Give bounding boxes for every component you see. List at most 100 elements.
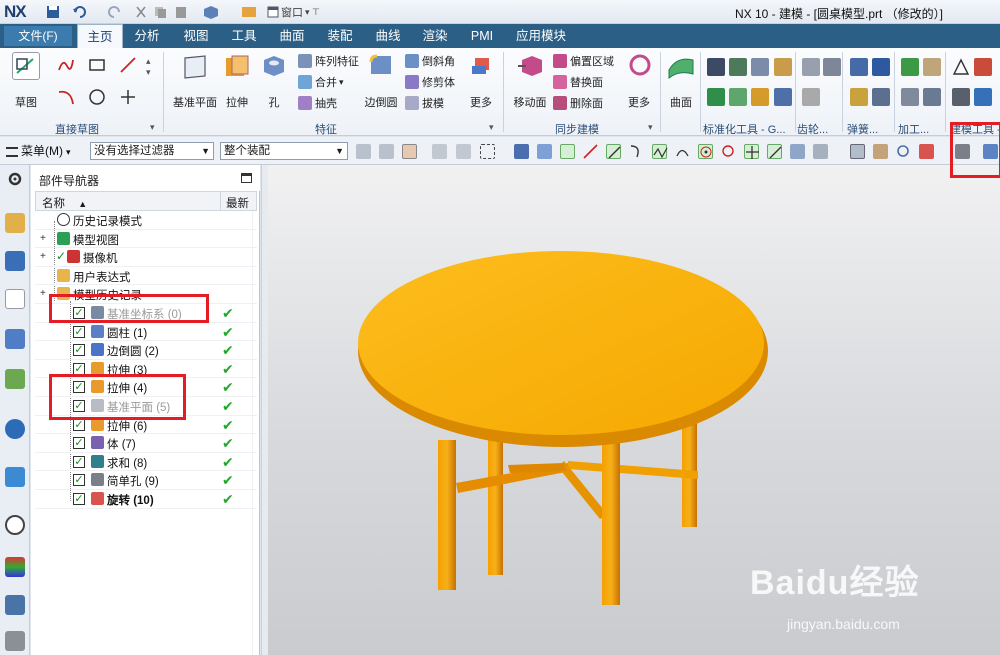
- gear-icon[interactable]: [802, 88, 820, 106]
- expand-icon[interactable]: +: [40, 233, 46, 244]
- extrude-button[interactable]: 拉伸: [221, 52, 253, 110]
- web-browser-icon[interactable]: [5, 467, 25, 487]
- tab-file[interactable]: 文件(F): [4, 26, 72, 46]
- sketch-button[interactable]: 草图: [8, 52, 44, 110]
- circle-icon[interactable]: [88, 88, 106, 106]
- box-select-icon[interactable]: [480, 144, 495, 159]
- copy-icon[interactable]: [153, 4, 167, 20]
- delete-face-button[interactable]: 删除面: [553, 95, 603, 111]
- tab-assembly[interactable]: 装配: [320, 24, 360, 48]
- tree-row[interactable]: ✓ 旋转 (10) ✔: [35, 490, 257, 509]
- visibility-checkbox[interactable]: ✓: [73, 344, 85, 357]
- feature-more-button[interactable]: 更多: [467, 52, 495, 110]
- profile-icon[interactable]: [57, 56, 75, 74]
- line-snap-icon[interactable]: [606, 144, 621, 159]
- visibility-checkbox[interactable]: ✓: [73, 474, 85, 487]
- gear-tool-icon[interactable]: [774, 88, 792, 106]
- rectangle-icon[interactable]: [88, 56, 106, 74]
- point-icon[interactable]: [119, 88, 137, 106]
- sync-more-button[interactable]: 更多: [626, 52, 652, 110]
- column-divider[interactable]: [220, 192, 221, 210]
- snap-icon[interactable]: [379, 144, 394, 159]
- tab-home[interactable]: 主页: [77, 24, 123, 48]
- part-icon[interactable]: [203, 4, 219, 20]
- tangent-snap-icon[interactable]: [675, 144, 690, 159]
- paste-icon[interactable]: [174, 4, 188, 20]
- machining-icon[interactable]: [923, 88, 941, 106]
- zoom-icon[interactable]: [873, 144, 888, 159]
- gear-icon[interactable]: [5, 169, 25, 189]
- shell-button[interactable]: 抽壳: [298, 95, 337, 111]
- visibility-checkbox[interactable]: ✓: [73, 493, 85, 505]
- process-studio-icon[interactable]: [5, 595, 25, 615]
- view-icon[interactable]: [790, 144, 805, 159]
- tree-row[interactable]: + ✓ 摄像机: [35, 248, 257, 267]
- surface-button[interactable]: 曲面: [666, 52, 696, 110]
- tab-render[interactable]: 渲染: [415, 24, 455, 48]
- selection-filter-dropdown[interactable]: 没有选择过滤器 ▼: [90, 142, 214, 160]
- assembly-navigator-icon[interactable]: [5, 213, 25, 233]
- machining-icon[interactable]: [901, 88, 919, 106]
- quadrant-snap-icon[interactable]: [721, 144, 736, 159]
- datum-plane-button[interactable]: 基准平面: [172, 52, 218, 110]
- gear-icon[interactable]: [802, 58, 820, 76]
- machining-icon[interactable]: [923, 58, 941, 76]
- line-icon[interactable]: [119, 56, 137, 74]
- select-icon[interactable]: [402, 144, 417, 159]
- expand-icon[interactable]: +: [40, 288, 46, 299]
- std-tool-icon[interactable]: [751, 88, 769, 106]
- draft-button[interactable]: 拔模: [405, 95, 444, 111]
- tab-applications[interactable]: 应用模块: [510, 24, 572, 48]
- intersection-snap-icon[interactable]: [744, 144, 759, 159]
- group-expand-icon[interactable]: ▾: [648, 122, 653, 133]
- std-tool-icon[interactable]: [729, 88, 747, 106]
- line-snap-icon[interactable]: [583, 144, 598, 159]
- tab-tools[interactable]: 工具: [224, 24, 264, 48]
- menu-button[interactable]: 菜单(M) ▾: [6, 142, 71, 159]
- touch-mode-icon[interactable]: [241, 4, 257, 20]
- panel-splitter[interactable]: [261, 165, 268, 655]
- visibility-checkbox[interactable]: ✓: [73, 362, 85, 375]
- tree-row[interactable]: + 模型视图: [35, 230, 257, 249]
- curve-snap-icon[interactable]: [652, 144, 668, 159]
- view-icon[interactable]: [813, 144, 828, 159]
- intersection-snap-icon[interactable]: [767, 144, 782, 159]
- std-tool-icon[interactable]: [707, 58, 725, 76]
- part-navigator-icon[interactable]: [5, 289, 25, 309]
- triangle-icon[interactable]: [952, 58, 970, 76]
- column-header-latest[interactable]: 最新: [226, 195, 249, 211]
- trim-body-button[interactable]: 修剪体: [405, 74, 455, 90]
- gear-tool-icon[interactable]: [774, 58, 792, 76]
- visibility-checkbox[interactable]: ✓: [73, 437, 85, 450]
- tree-row[interactable]: 用户表达式: [35, 267, 257, 286]
- rotate-icon[interactable]: [896, 144, 911, 159]
- move-face-button[interactable]: 移动面: [511, 52, 549, 110]
- std-tool-icon[interactable]: [729, 58, 747, 76]
- hole-button[interactable]: 孔: [259, 52, 289, 110]
- info-icon[interactable]: [5, 419, 25, 439]
- spring-icon[interactable]: [872, 58, 890, 76]
- snap-icon[interactable]: [356, 144, 371, 159]
- visibility-checkbox[interactable]: ✓: [73, 325, 85, 338]
- visibility-checkbox[interactable]: ✓: [73, 455, 85, 468]
- tab-curve[interactable]: 曲线: [368, 24, 408, 48]
- cut-icon[interactable]: [134, 4, 148, 20]
- group-expand-icon[interactable]: ▾: [489, 122, 494, 133]
- tab-analysis[interactable]: 分析: [127, 24, 167, 48]
- roles-icon[interactable]: [5, 631, 25, 651]
- chamfer-button[interactable]: 倒斜角: [405, 53, 455, 69]
- std-tool-icon[interactable]: [707, 88, 725, 106]
- window-menu[interactable]: 窗口 ▾ ⊤: [267, 4, 320, 20]
- maximize-icon[interactable]: [241, 173, 252, 183]
- group-expand-icon[interactable]: ▾: [150, 122, 155, 133]
- replace-face-button[interactable]: 替换面: [553, 74, 603, 90]
- spring-icon[interactable]: [850, 58, 868, 76]
- solid-icon[interactable]: [537, 144, 552, 159]
- tab-surface[interactable]: 曲面: [272, 24, 312, 48]
- tab-pmi[interactable]: PMI: [462, 24, 502, 48]
- visibility-checkbox[interactable]: ✓: [73, 418, 85, 431]
- selection-scope-dropdown[interactable]: 整个装配 ▼: [220, 142, 348, 160]
- gear-icon[interactable]: [823, 58, 841, 76]
- redo-icon[interactable]: [108, 4, 122, 20]
- unite-button[interactable]: 合并 ▾: [298, 74, 344, 90]
